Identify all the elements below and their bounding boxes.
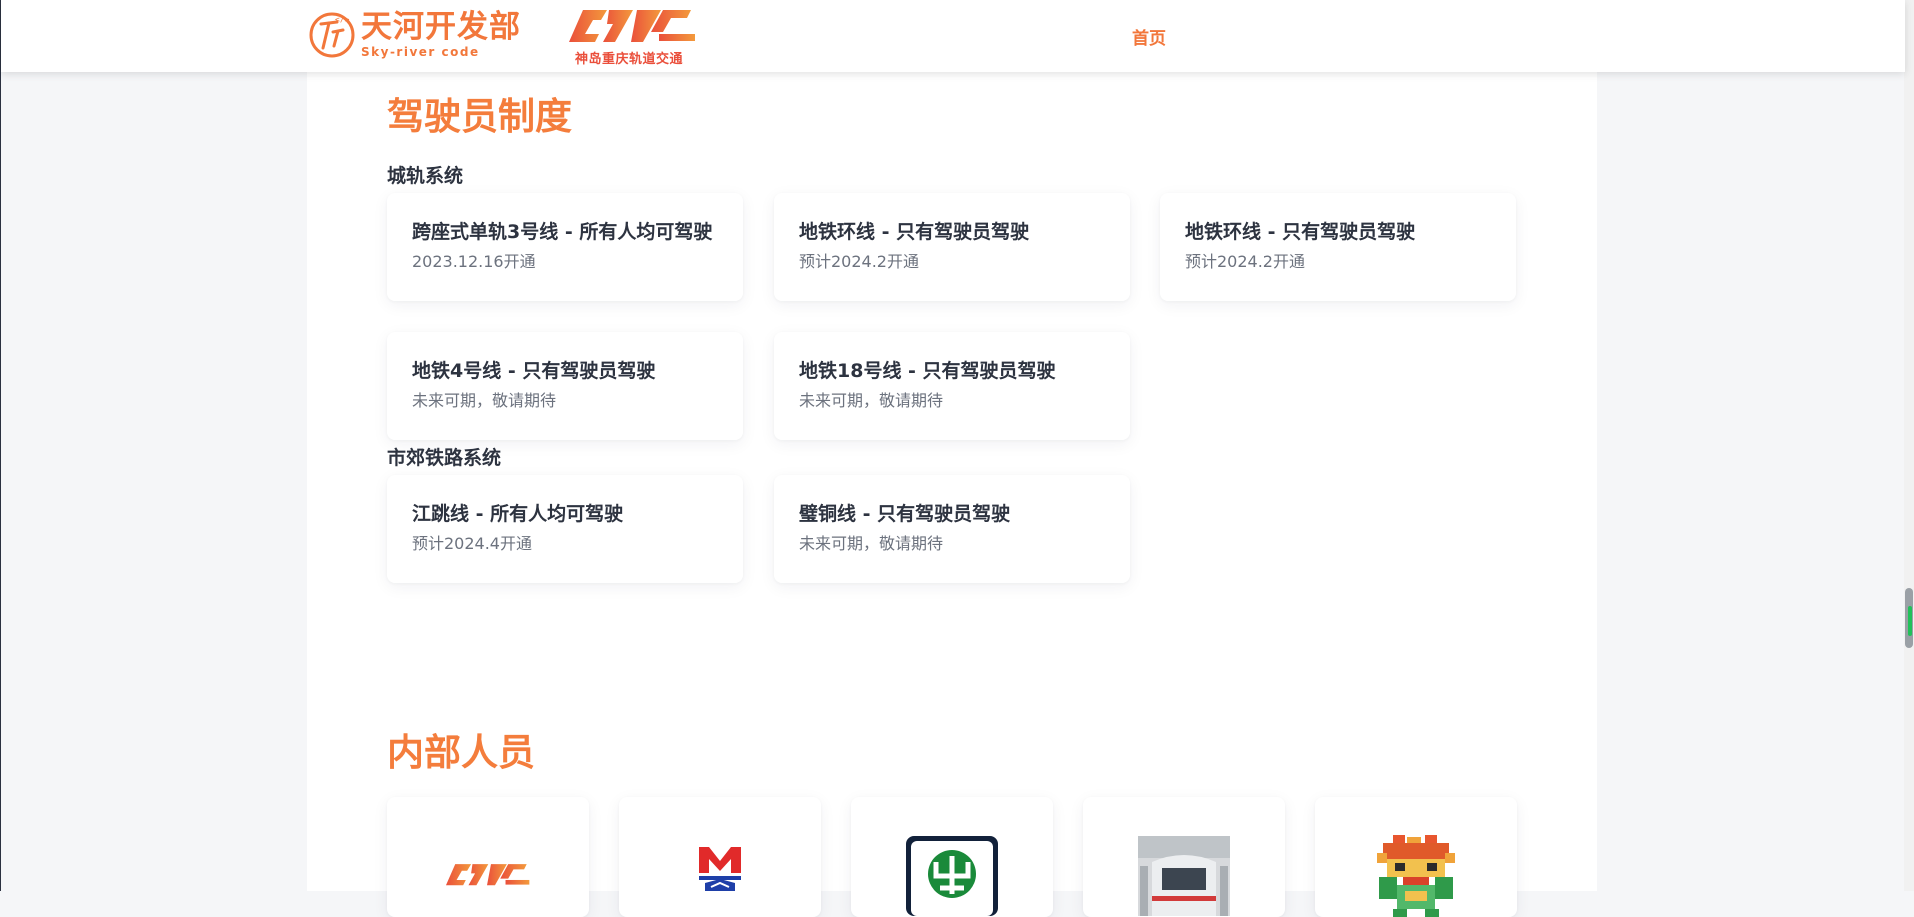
train-photo-icon xyxy=(1138,836,1230,916)
staff-card-train[interactable] xyxy=(1083,797,1285,917)
staff-card-character[interactable] xyxy=(1315,797,1517,917)
card-status: 预计2024.2开通 xyxy=(1185,252,1305,271)
card-status: 预计2024.4开通 xyxy=(412,534,532,553)
card-status: 未来可期，敬请期待 xyxy=(799,391,944,410)
line-card-bitong[interactable]: 璧铜线 - 只有驾驶员驾驶 未来可期，敬请期待 xyxy=(774,475,1130,583)
card-title: 地铁4号线 - 只有驾驶员驾驶 xyxy=(412,360,656,382)
partner-caption: 神岛重庆轨道交通 xyxy=(575,52,684,67)
card-status: 未来可期，敬请期待 xyxy=(799,534,944,553)
line-card-loop-line[interactable]: 地铁环线 - 只有驾驶员驾驶 预计2024.2开通 xyxy=(774,193,1130,301)
card-status: 2023.12.16开通 xyxy=(412,252,536,271)
partner-logo[interactable]: 神岛重庆轨道交通 xyxy=(563,6,699,67)
card-title: 地铁环线 - 只有驾驶员驾驶 xyxy=(799,221,1030,243)
line-card-line-18[interactable]: 地铁18号线 - 只有驾驶员驾驶 未来可期，敬请期待 xyxy=(774,332,1130,440)
line-card-monorail-3[interactable]: 跨座式单轨3号线 - 所有人均可驾驶 2023.12.16开通 xyxy=(387,193,743,301)
card-title: 璧铜线 - 只有驾驶员驾驶 xyxy=(799,503,1011,525)
urban-rail-group-label: 城轨系统 xyxy=(387,165,464,187)
brand-name: 天河开发部 xyxy=(361,9,521,45)
brand-logo[interactable]: </> 天河开发部 Sky-river code xyxy=(307,6,521,62)
suburban-rail-group-label: 市郊铁路系统 xyxy=(387,447,502,469)
card-status: 预计2024.2开通 xyxy=(799,252,919,271)
card-title: 江跳线 - 所有人均可驾驶 xyxy=(412,503,624,525)
svg-text:</>: </> xyxy=(335,15,350,24)
card-status: 未来可期，敬请期待 xyxy=(412,391,557,410)
china-railway-logo-icon xyxy=(906,836,998,916)
card-title: 地铁环线 - 只有驾驶员驾驶 xyxy=(1185,221,1416,243)
card-title: 跨座式单轨3号线 - 所有人均可驾驶 xyxy=(412,221,713,243)
sky-river-logo-icon: </> xyxy=(309,12,355,58)
staff-card-metro[interactable] xyxy=(619,797,821,917)
pixel-character-icon xyxy=(1377,835,1455,917)
cqrt-logo-icon xyxy=(445,864,530,886)
brand-subtitle: Sky-river code xyxy=(361,45,480,59)
nav-home-link[interactable]: 首页 xyxy=(1132,24,1166,49)
top-navigation-bar: </> 天河开发部 Sky-river code 神岛重庆轨道交通 首页 xyxy=(1,0,1905,72)
line-card-jiangtiao[interactable]: 江跳线 - 所有人均可驾驶 预计2024.4开通 xyxy=(387,475,743,583)
line-card-loop-line-2[interactable]: 地铁环线 - 只有驾驶员驾驶 预计2024.2开通 xyxy=(1160,193,1516,301)
window-left-edge xyxy=(0,0,1,891)
driver-policy-title: 驾驶员制度 xyxy=(387,95,572,138)
staff-card-railway[interactable] xyxy=(851,797,1053,917)
staff-title: 内部人员 xyxy=(387,731,535,774)
cqrt-logo-icon xyxy=(569,10,695,42)
scrollbar-thumb[interactable] xyxy=(1905,588,1913,648)
line-card-line-4[interactable]: 地铁4号线 - 只有驾驶员驾驶 未来可期，敬请期待 xyxy=(387,332,743,440)
metro-m-logo-icon xyxy=(699,847,741,891)
vertical-scrollbar[interactable] xyxy=(1904,0,1914,891)
staff-card-cqrt[interactable] xyxy=(387,797,589,917)
card-title: 地铁18号线 - 只有驾驶员驾驶 xyxy=(799,360,1056,382)
